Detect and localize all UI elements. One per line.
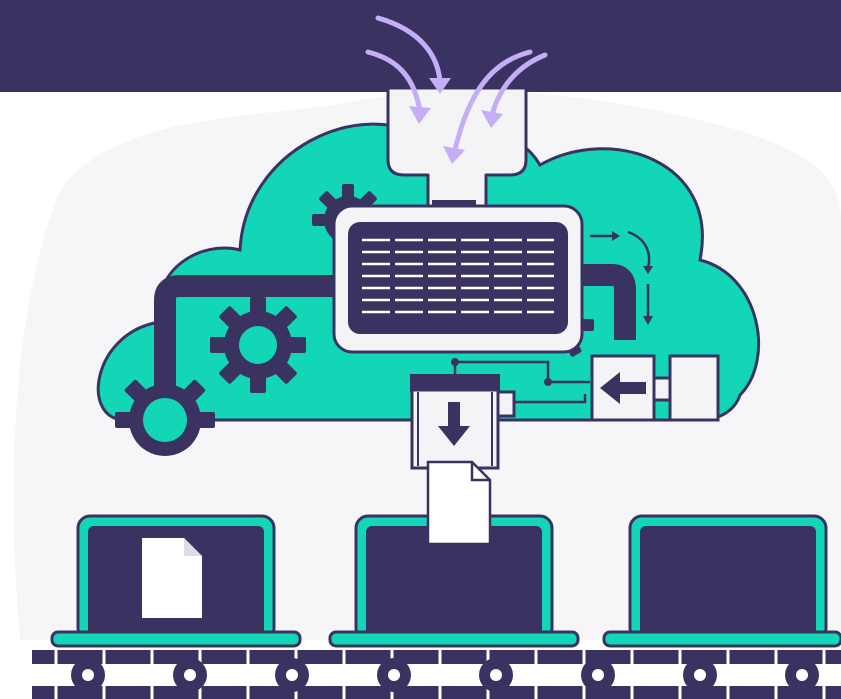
wire-node [544, 378, 552, 386]
printer-side [496, 390, 516, 418]
server-unit [332, 200, 584, 354]
roller [785, 658, 819, 692]
wire-node [451, 358, 459, 366]
laptop-left [50, 514, 302, 648]
input-module [590, 354, 720, 422]
conveyor-belt [32, 650, 841, 699]
roller [377, 658, 411, 692]
laptop-right [602, 514, 841, 648]
top-band [0, 0, 841, 92]
roller [71, 658, 105, 692]
roller [173, 658, 207, 692]
roller [479, 658, 513, 692]
gear-icon [210, 297, 306, 393]
cloud-document-distribution-illustration [0, 0, 841, 699]
roller [275, 658, 309, 692]
document-icon [426, 460, 492, 546]
printer [410, 374, 516, 470]
roller [581, 658, 615, 692]
document-icon [142, 538, 202, 618]
roller [683, 658, 717, 692]
